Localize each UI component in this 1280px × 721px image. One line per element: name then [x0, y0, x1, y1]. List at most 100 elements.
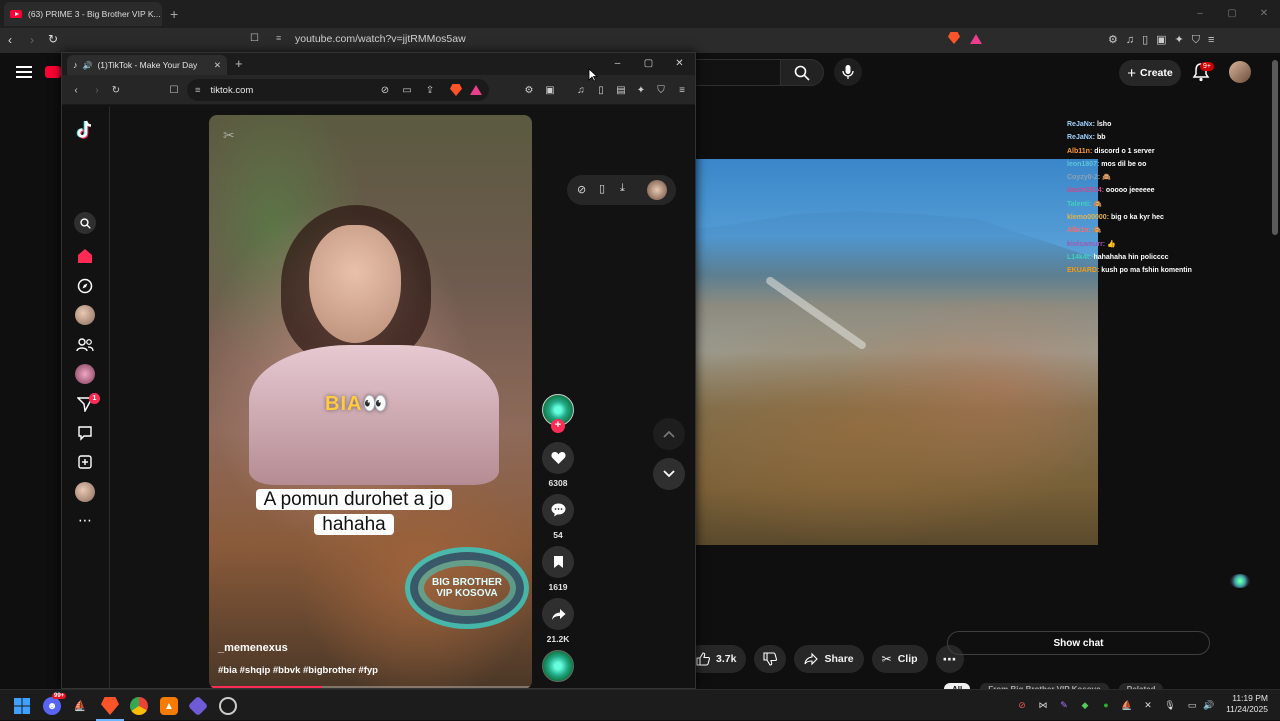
brave-rewards-icon[interactable] — [470, 85, 482, 95]
app-settings-icon[interactable] — [219, 697, 237, 715]
tray-app-icon-3[interactable]: ✎ — [1058, 699, 1070, 711]
maximize-button[interactable]: ▢ — [633, 53, 664, 75]
tray-app-icon-1[interactable]: ⊘ — [1016, 699, 1028, 711]
page-scrollbar[interactable] — [1272, 60, 1278, 235]
minimize-button[interactable]: – — [602, 53, 633, 75]
youtube-logo-icon[interactable] — [45, 66, 61, 78]
create-button[interactable]: + Create — [1119, 60, 1181, 86]
tiktok-logo-icon[interactable] — [75, 120, 95, 140]
chat-username[interactable]: Albi1n: — [1067, 227, 1093, 234]
new-tab-button[interactable]: + — [235, 56, 243, 71]
home-icon[interactable] — [75, 246, 95, 266]
video-hashtags[interactable]: #bia #shqip #bbvk #bigbrother #fyp — [218, 665, 378, 676]
share-button[interactable]: Share — [794, 645, 864, 673]
share-page-icon[interactable]: ⇪ — [422, 82, 438, 98]
extensions-icon[interactable]: ⚙ — [521, 82, 537, 98]
back-url-field[interactable]: youtube.com/watch?v=jjtRMMos5aw — [295, 33, 466, 45]
vlc-icon[interactable]: ▲ — [160, 697, 178, 715]
video-author[interactable]: _memenexus — [218, 642, 288, 654]
upload-icon[interactable] — [75, 452, 95, 472]
download-icon[interactable]: ⤓ — [620, 182, 625, 195]
like-button[interactable] — [542, 442, 574, 474]
follow-button[interactable]: + — [551, 419, 565, 433]
tiktok-url-field[interactable]: ≡ tiktok.com — [187, 79, 489, 101]
microphone-tray-icon[interactable]: 🎙 — [1164, 699, 1176, 711]
creator-avatar-item[interactable]: + — [538, 394, 578, 438]
chat-username[interactable]: klemo00000: — [1067, 214, 1111, 221]
chat-username[interactable]: L14k4t: — [1067, 254, 1093, 261]
tray-app-icon-6[interactable]: ⛵ — [1121, 699, 1133, 711]
profile-avatar-icon[interactable] — [75, 482, 95, 502]
forward-arrow-icon[interactable]: › — [89, 82, 105, 98]
speaker-icon[interactable]: 🔊 — [83, 61, 93, 70]
autoscroll-icon[interactable]: ⊘ — [577, 183, 586, 196]
youtube-menu-icon[interactable] — [16, 66, 32, 78]
cast-icon[interactable]: ▭ — [399, 82, 415, 98]
chat-username[interactable]: bastri2914: — [1067, 187, 1106, 194]
reload-icon[interactable]: ↻ — [108, 82, 124, 98]
forward-arrow-icon[interactable]: › — [30, 33, 34, 47]
more-options-icon[interactable]: ⋯ — [75, 510, 95, 530]
account-avatar[interactable] — [1229, 61, 1251, 83]
back-new-tab-button[interactable]: + — [170, 6, 178, 22]
bookmark-icon[interactable]: ☐ — [250, 33, 259, 44]
previous-video-button[interactable] — [653, 418, 685, 450]
youtube-search-button[interactable] — [780, 59, 824, 86]
discord-icon[interactable]: ☻ — [43, 697, 61, 715]
back-arrow-icon[interactable]: ‹ — [68, 82, 84, 98]
live-avatar-icon[interactable] — [75, 364, 95, 384]
app-diamond-icon[interactable] — [187, 695, 209, 717]
leo-ai-icon[interactable]: ✦ — [633, 82, 649, 98]
close-window-button[interactable]: ✕ — [664, 53, 695, 75]
voice-search-button[interactable] — [834, 58, 862, 86]
share-button[interactable] — [542, 598, 574, 630]
chat-username[interactable]: kiolsamurr: — [1067, 241, 1107, 248]
minimize-button[interactable]: – — [1184, 0, 1216, 28]
chat-username[interactable]: leon1807: — [1067, 161, 1101, 168]
show-chat-button[interactable]: Show chat — [947, 631, 1210, 655]
chat-username[interactable]: ReJaNx: — [1067, 134, 1097, 141]
site-settings-icon[interactable]: ≡ — [276, 33, 281, 43]
brave-browser-icon[interactable] — [101, 697, 119, 715]
site-settings-icon[interactable]: ≡ — [195, 85, 201, 96]
start-windows-icon[interactable] — [13, 697, 31, 715]
tiktok-search-button[interactable] — [74, 212, 96, 234]
close-tab-icon[interactable]: ✕ — [214, 60, 221, 71]
tray-app-icon-2[interactable]: ⋈ — [1037, 699, 1049, 711]
bookmark-icon[interactable]: ☐ — [166, 82, 182, 98]
chat-username[interactable]: EKUARD: — [1067, 267, 1101, 274]
steam-icon[interactable]: ⛵ — [71, 697, 89, 715]
wallet-icon[interactable]: ▤ — [613, 82, 629, 98]
friends-icon[interactable] — [75, 335, 95, 355]
mobile-view-icon[interactable]: ▯ — [599, 182, 605, 195]
tray-app-icon-7[interactable]: ✕ — [1142, 699, 1154, 711]
chrome-icon[interactable] — [130, 697, 148, 715]
sidebar-toggle-icon[interactable]: ▯ — [593, 82, 609, 98]
save-action[interactable]: 1619 — [538, 546, 578, 592]
back-toolbar-icons[interactable]: ⚙♫▯▣✦⛉≡ — [1108, 33, 1222, 47]
like-action[interactable]: 6308 — [538, 442, 578, 488]
next-video-button[interactable] — [653, 458, 685, 490]
back-browser-tab[interactable]: (63) PRIME 3 - Big Brother VIP K... ✕ — [4, 2, 162, 26]
comment-button[interactable] — [542, 494, 574, 526]
comment-action[interactable]: 54 — [538, 494, 578, 540]
vpn-shield-icon[interactable]: ⛉ — [653, 82, 669, 98]
mute-icon[interactable]: ⊘ — [377, 82, 393, 98]
back-arrow-icon[interactable]: ‹ — [8, 33, 12, 47]
brave-rewards-icon[interactable] — [970, 34, 982, 44]
profile-avatar-icon[interactable] — [647, 180, 667, 200]
tray-app-icon-4[interactable]: ◆ — [1079, 699, 1091, 711]
dislike-button[interactable] — [754, 645, 787, 673]
youtube-video-player[interactable] — [696, 159, 1098, 545]
tray-app-icon-5[interactable]: ● — [1100, 699, 1112, 711]
chat-username[interactable]: Coyzy0-2: — [1067, 174, 1102, 181]
youtube-search-input[interactable] — [693, 59, 780, 86]
network-icon[interactable]: ▭ — [1186, 699, 1198, 711]
following-avatar-icon[interactable] — [75, 305, 95, 325]
chat-username[interactable]: Talenti: — [1067, 201, 1093, 208]
chat-username[interactable]: Alb11n: — [1067, 148, 1094, 155]
screenshot-icon[interactable]: ▣ — [542, 82, 558, 98]
reload-icon[interactable]: ↻ — [48, 32, 58, 46]
tiktok-video[interactable]: ✂ BIA👀 A pomun durohet a jo hahaha BIG B… — [209, 115, 532, 688]
sound-disc-item[interactable] — [538, 650, 578, 682]
